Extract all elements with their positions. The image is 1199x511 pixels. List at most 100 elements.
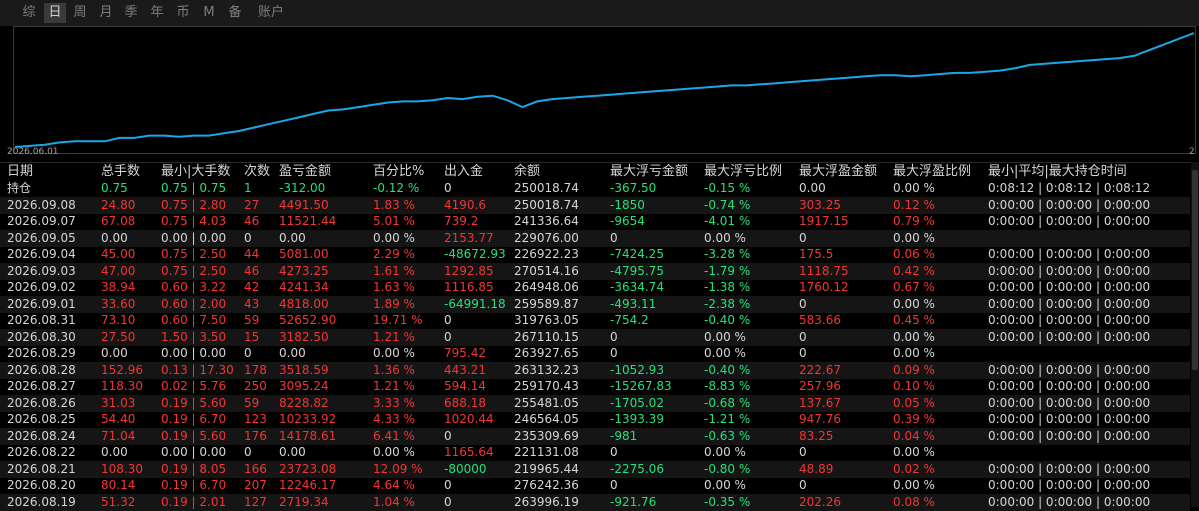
tab-3[interactable]: 月 <box>96 3 116 23</box>
table-cell: 250018.74 <box>514 181 579 195</box>
table-cell: -8.83 % <box>704 379 751 393</box>
table-cell: 11521.44 <box>279 214 337 228</box>
table-cell: 246564.05 <box>514 412 579 426</box>
table-cell: 0:00:00 | 0:00:00 | 0:00:00 <box>988 494 1151 509</box>
table-cell: 71.04 <box>101 428 136 443</box>
table-cell: 0:00:00 | 0:00:00 | 0:00:00 <box>988 379 1151 393</box>
table-cell: 137.67 <box>799 395 841 410</box>
table-cell: 4818.00 <box>279 296 329 311</box>
table-cell: 0:00:00 | 0:00:00 | 0:00:00 <box>988 362 1151 377</box>
table-cell: 263996.19 <box>514 494 579 509</box>
table-cell: -15267.83 <box>610 379 672 393</box>
table-cell: 0 <box>244 230 252 245</box>
table-cell: -1393.39 <box>610 412 664 426</box>
table-cell: 235309.69 <box>514 428 579 443</box>
table-cell: 0:00:00 | 0:00:00 | 0:00:00 <box>988 461 1151 476</box>
table-cell: -2.38 % <box>704 296 751 311</box>
table-cell: 45.00 <box>101 247 136 261</box>
table-cell: 166 <box>244 461 267 476</box>
table-cell: 2026.08.19 <box>7 494 76 509</box>
tab-7[interactable]: M <box>199 3 219 23</box>
table-cell: 0.42 % <box>893 263 935 278</box>
table-cell: 15 <box>244 329 260 344</box>
table-cell: 2026.09.04 <box>7 247 76 261</box>
table-cell: 持仓 <box>7 181 32 195</box>
table-cell: 0.06 % <box>893 247 935 261</box>
table-cell: 118.30 <box>101 379 143 393</box>
table-cell: 0.19 | 5.60 <box>161 428 227 443</box>
column-header-12: 最小|平均|最大持仓时间 <box>988 164 1127 179</box>
table-cell: 2026.08.22 <box>7 445 76 459</box>
table-cell: -0.12 % <box>373 181 420 195</box>
table-cell: 0:00:00 | 0:00:00 | 0:00:00 <box>988 247 1151 261</box>
table-cell: 83.25 <box>799 428 834 443</box>
tab-5[interactable]: 年 <box>147 3 167 23</box>
table-cell: 0 <box>444 478 452 492</box>
tab-2[interactable]: 周 <box>70 3 90 23</box>
table-scrollbar[interactable] <box>1191 162 1199 507</box>
table-cell: 594.14 <box>444 379 486 393</box>
table-row-open-position: 持仓 0.75 0.75 | 0.75 1 -312.00 -0.12 % 0 250018.… <box>0 180 1190 197</box>
column-header-7: 余额 <box>514 164 541 179</box>
table-cell: 108.30 <box>101 461 143 476</box>
table-cell: 0:00:00 | 0:00:00 | 0:00:00 <box>988 428 1151 443</box>
table-cell: 2026.08.29 <box>7 346 76 360</box>
table-cell: 2026.08.27 <box>7 379 76 393</box>
table-cell: 443.21 <box>444 362 486 377</box>
table-cell: 0.19 | 5.60 <box>161 395 227 410</box>
daily-stats-table: 日期 总手数 最小|大手数 次数 盈亏金额 百分比% 出入金 余额 最大浮亏金额 最大浮亏比例 最大… <box>0 162 1199 511</box>
table-row: 2026.08.19 51.32 0.19 | 2.01 127 2719.34 1.04… <box>0 493 1190 511</box>
table-cell: 0.05 % <box>893 395 935 410</box>
table-cell: 123 <box>244 412 267 426</box>
table-cell: 264948.06 <box>514 280 579 294</box>
table-cell: 0.75 | 2.80 <box>161 197 227 212</box>
table-cell: 0:00:00 | 0:00:00 | 0:00:00 <box>988 313 1151 327</box>
table-cell: 31.03 <box>101 395 136 410</box>
table-cell: 42 <box>244 280 260 294</box>
tab-4[interactable]: 季 <box>121 3 141 23</box>
table-cell: 27.50 <box>101 329 136 344</box>
table-cell: 0.12 % <box>893 197 935 212</box>
table-cell: 259170.43 <box>514 379 579 393</box>
table-cell: 0.09 % <box>893 362 935 377</box>
table-cell: 1.21 % <box>373 379 415 393</box>
table-cell: 583.66 <box>799 313 841 327</box>
balance-chart-svg <box>14 32 1195 148</box>
table-cell: 1.63 % <box>373 280 415 294</box>
tab-8[interactable]: 备 <box>225 3 245 23</box>
table-row: 2026.09.02 38.94 0.60 | 3.22 42 4241.34 1.63 … <box>0 279 1190 296</box>
table-cell: 0:00:00 | 0:00:00 | 0:00:00 <box>988 296 1151 311</box>
table-cell: 0.00 % <box>893 329 935 344</box>
table-cell: 0.39 % <box>893 412 935 426</box>
table-cell: 0:00:00 | 0:00:00 | 0:00:00 <box>988 263 1151 278</box>
table-cell: 270514.16 <box>514 263 579 278</box>
table-cell: -80000 <box>444 461 487 476</box>
table-cell: 2026.09.01 <box>7 296 76 311</box>
table-cell: 52652.90 <box>279 313 337 327</box>
column-header-5: 百分比% <box>373 164 425 179</box>
table-cell: 229076.00 <box>514 230 579 245</box>
table-row: 2026.08.31 73.10 0.60 | 7.50 59 52652.90 19.7… <box>0 312 1190 329</box>
tab-6[interactable]: 币 <box>173 3 193 23</box>
table-cell: 0.60 | 2.00 <box>161 296 227 311</box>
tab-9[interactable]: 账户 <box>253 3 289 23</box>
table-cell: 59 <box>244 395 260 410</box>
table-cell: -0.40 % <box>704 362 751 377</box>
balance-line <box>14 32 1195 148</box>
table-cell: 0.19 | 8.05 <box>161 461 227 476</box>
table-cell: 23723.08 <box>279 461 337 476</box>
tab-1[interactable]: 日 <box>44 3 66 23</box>
table-cell: 8228.82 <box>279 395 329 410</box>
table-cell: 0.00 <box>279 346 306 360</box>
table-row: 2026.08.29 0.00 0.00 | 0.00 0 0.00 0.00 % 795.… <box>0 345 1190 362</box>
table-cell: 0.75 | 2.50 <box>161 263 227 278</box>
table-cell: 0 <box>799 478 807 492</box>
table-cell: -9654 <box>610 214 645 228</box>
scrollbar-thumb[interactable] <box>1192 170 1198 370</box>
column-header-9: 最大浮亏比例 <box>704 164 783 179</box>
table-cell: 221131.08 <box>514 445 579 459</box>
table-cell: 0 <box>444 329 452 344</box>
tab-0[interactable]: 综 <box>16 3 42 23</box>
table-cell: 1760.12 <box>799 280 849 294</box>
table-cell: 0.00 | 0.00 <box>161 445 227 459</box>
